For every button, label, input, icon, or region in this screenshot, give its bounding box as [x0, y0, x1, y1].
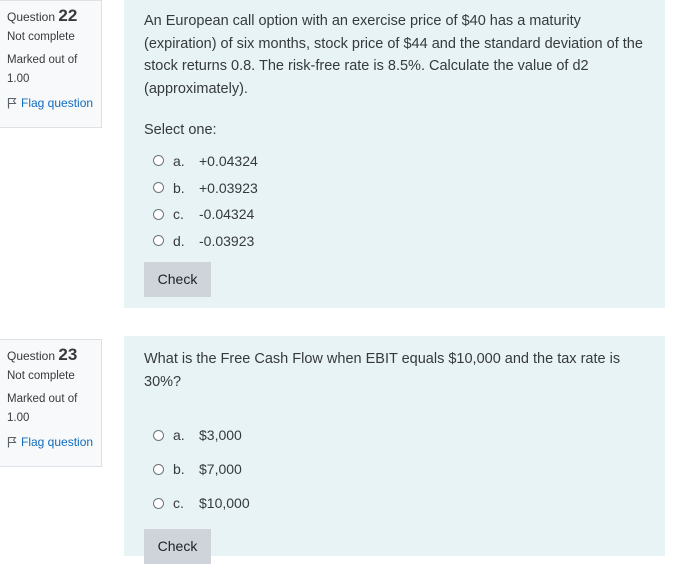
question-label: Question: [7, 349, 56, 363]
option-letter: b.: [173, 461, 185, 477]
check-button[interactable]: Check: [144, 529, 211, 564]
radio-button[interactable]: [153, 463, 164, 475]
question-number-value: 22: [58, 6, 78, 25]
option-value: $7,000: [199, 461, 242, 477]
check-button[interactable]: Check: [144, 262, 211, 297]
radio-button[interactable]: [153, 155, 164, 166]
question-state: Not complete: [7, 370, 75, 382]
option-value: +0.03923: [199, 179, 258, 196]
grade-value: 1.00: [7, 412, 30, 424]
flag-question-link[interactable]: Flag question: [7, 435, 101, 449]
grade-label: Marked out of: [7, 393, 78, 405]
option-letter: c.: [173, 206, 184, 222]
answer-option-c[interactable]: c. $10,000: [144, 486, 250, 520]
radio-button[interactable]: [153, 208, 164, 220]
grade-label: Marked out of: [7, 54, 78, 66]
answer-option-c[interactable]: c. -0.04324: [144, 201, 258, 227]
grade-value: 1.00: [7, 73, 30, 85]
question-info-panel: Question 23 Not complete Marked out of 1…: [0, 339, 102, 467]
question-label: Question: [7, 10, 56, 24]
question-content: An European call option with an exercise…: [124, 0, 665, 308]
option-value: $3,000: [199, 427, 242, 443]
option-letter: b.: [173, 179, 185, 196]
answer-option-d[interactable]: d. -0.03923: [144, 227, 258, 254]
radio-button[interactable]: [153, 235, 164, 246]
question-grade: Marked out of 1.00: [7, 51, 101, 89]
radio-button[interactable]: [153, 497, 164, 509]
flag-icon: [7, 97, 17, 109]
flag-question-label: Flag question: [21, 96, 94, 110]
option-value: +0.04324: [199, 152, 258, 169]
answer-option-b[interactable]: b. $7,000: [144, 452, 250, 486]
flag-question-label: Flag question: [21, 435, 94, 449]
question-text: What is the Free Cash Flow when EBIT equ…: [144, 351, 621, 390]
answer-option-a[interactable]: a. $3,000: [144, 418, 250, 452]
question-number: Question 22: [7, 5, 101, 27]
radio-button[interactable]: [153, 182, 164, 193]
answer-option-b[interactable]: b. +0.03923: [144, 174, 258, 201]
question-grade: Marked out of 1.00: [7, 390, 101, 428]
question-number-value: 23: [58, 345, 78, 364]
flag-icon: [7, 436, 17, 448]
option-letter: c.: [173, 495, 184, 511]
option-value: -0.03923: [199, 232, 255, 249]
answer-options: a. $3,000 b. $7,000 c. $10,000: [144, 418, 250, 520]
flag-question-link[interactable]: Flag question: [7, 96, 101, 110]
option-letter: a.: [173, 427, 185, 443]
question-content: What is the Free Cash Flow when EBIT equ…: [124, 336, 665, 564]
option-value: -0.04324: [199, 206, 255, 222]
question-state: Not complete: [7, 31, 75, 43]
option-letter: a.: [173, 152, 185, 169]
select-one-prompt: Select one:: [144, 122, 217, 138]
answer-option-a[interactable]: a. +0.04324: [144, 147, 258, 174]
question-text: An European call option with an exercise…: [144, 13, 643, 97]
question-info-panel: Question 22 Not complete Marked out of 1…: [0, 0, 102, 128]
option-letter: d.: [173, 232, 185, 249]
question-number: Question 23: [7, 344, 101, 366]
radio-button[interactable]: [153, 429, 164, 441]
option-value: $10,000: [199, 495, 250, 511]
answer-options: a. +0.04324 b. +0.03923 c. -0.04324 d. -…: [144, 147, 258, 254]
